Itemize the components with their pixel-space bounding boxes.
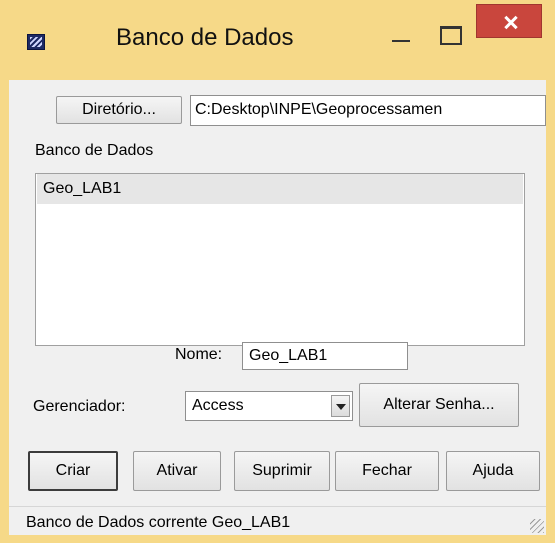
dialog-body: Diretório... C:Desktop\INPE\Geoprocessam… <box>9 80 546 535</box>
manager-select[interactable]: Access <box>185 391 353 421</box>
manager-selected-value: Access <box>192 397 244 414</box>
close-icon[interactable] <box>476 4 542 38</box>
delete-button[interactable]: Suprimir <box>234 451 330 491</box>
name-label: Nome: <box>175 346 223 363</box>
dialog-window: Banco de Dados Diretório... C:Desktop\IN… <box>0 0 555 543</box>
status-bar: Banco de Dados corrente Geo_LAB1 <box>9 506 546 535</box>
dropdown-arrow-icon[interactable] <box>331 395 350 417</box>
name-input[interactable]: Geo_LAB1 <box>242 342 408 370</box>
maximize-icon[interactable] <box>428 18 474 52</box>
title-bar[interactable]: Banco de Dados <box>0 0 555 80</box>
change-password-button[interactable]: Alterar Senha... <box>359 383 519 427</box>
close-button[interactable]: Fechar <box>335 451 439 491</box>
status-text: Banco de Dados corrente Geo_LAB1 <box>26 514 291 531</box>
minimize-icon[interactable] <box>376 18 428 52</box>
window-title: Banco de Dados <box>116 24 294 51</box>
resize-grip-icon[interactable] <box>530 519 544 533</box>
database-list[interactable]: Geo_LAB1 <box>35 173 525 346</box>
directory-path-field[interactable]: C:Desktop\INPE\Geoprocessamen <box>190 95 546 126</box>
help-button[interactable]: Ajuda <box>446 451 540 491</box>
app-icon <box>27 34 45 50</box>
list-item[interactable]: Geo_LAB1 <box>37 174 523 204</box>
manager-label: Gerenciador: <box>33 398 126 415</box>
activate-button[interactable]: Ativar <box>133 451 221 491</box>
create-button[interactable]: Criar <box>28 451 118 491</box>
database-list-label: Banco de Dados <box>35 142 154 159</box>
directory-button[interactable]: Diretório... <box>56 96 182 124</box>
